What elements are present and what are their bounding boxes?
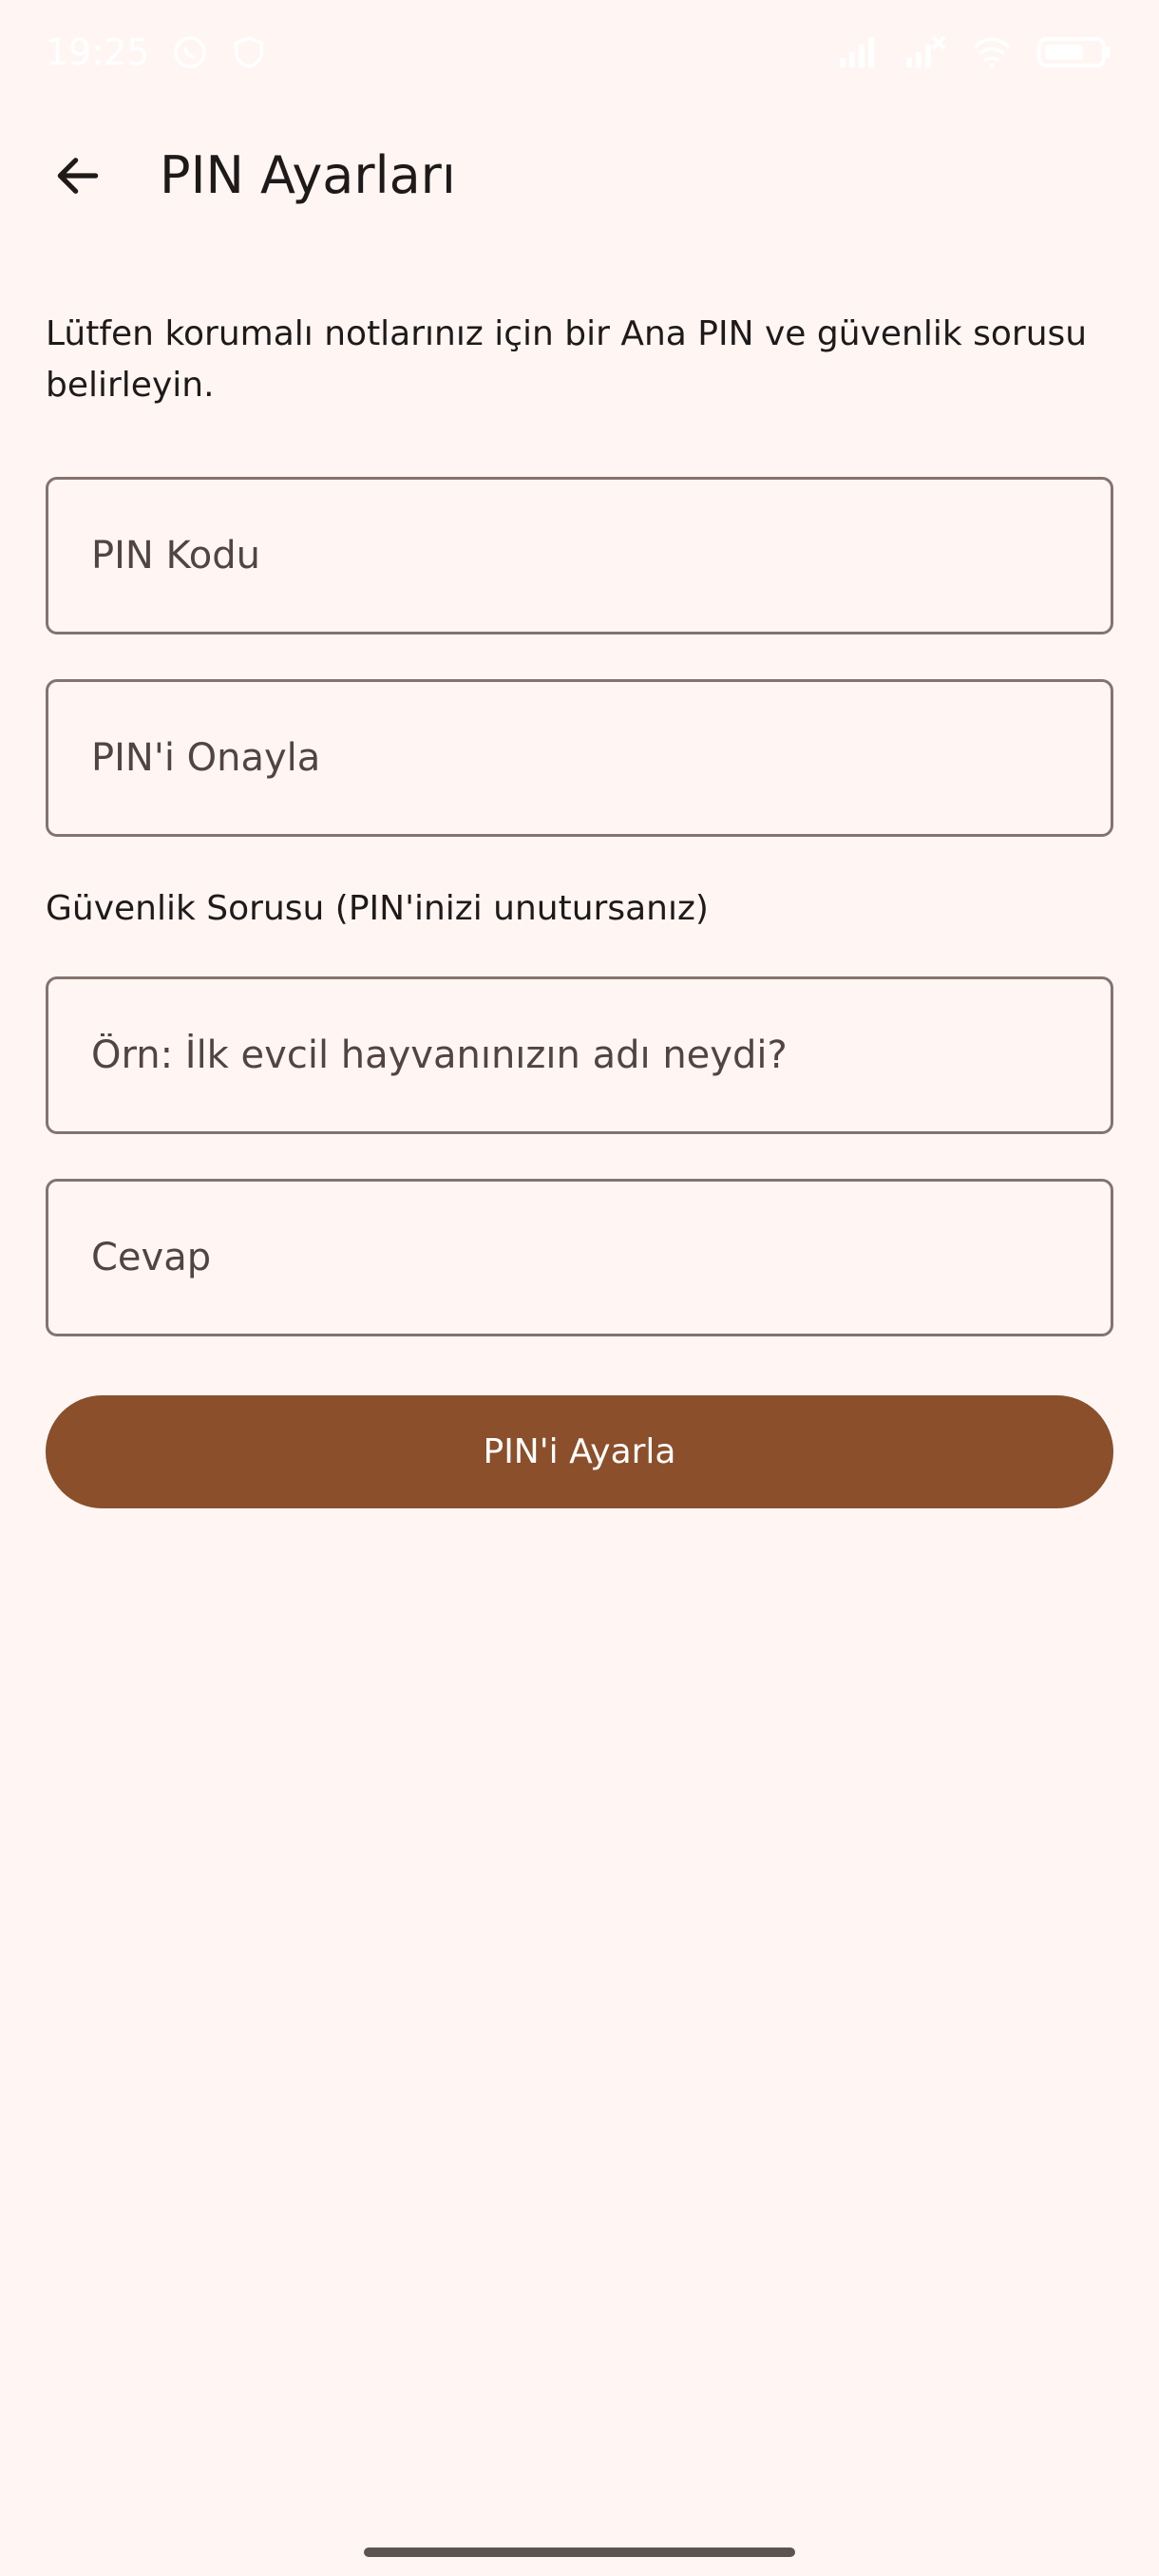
signal-x-icon <box>904 35 946 69</box>
status-bar: 19:25 <box>0 0 1159 104</box>
battery-icon <box>1037 35 1113 69</box>
pin-code-input[interactable] <box>91 534 1111 578</box>
whatsapp-icon <box>171 33 209 71</box>
intro-text: Lütfen korumalı notlarınız için bir Ana … <box>46 314 1088 405</box>
pin-code-field[interactable] <box>46 477 1113 635</box>
answer-field[interactable] <box>46 1179 1113 1336</box>
security-question-field[interactable] <box>46 976 1113 1134</box>
status-time: 19:25 <box>46 31 150 73</box>
back-button[interactable] <box>48 147 108 208</box>
arrow-back-icon <box>51 149 104 206</box>
vpn-shield-icon <box>230 33 268 71</box>
home-indicator[interactable] <box>364 2548 795 2557</box>
page-title: PIN Ayarları <box>160 145 456 205</box>
signal-icon <box>838 35 880 69</box>
set-pin-button[interactable]: PIN'i Ayarla <box>46 1395 1113 1508</box>
app-bar: PIN Ayarları <box>0 123 1159 228</box>
confirm-pin-input[interactable] <box>91 736 1111 780</box>
security-question-label: Güvenlik Sorusu (PIN'inizi unutursanız) <box>46 889 709 928</box>
confirm-pin-field[interactable] <box>46 679 1113 837</box>
security-question-input[interactable] <box>91 1033 1111 1077</box>
wifi-icon <box>971 35 1013 69</box>
status-left: 19:25 <box>46 31 268 73</box>
answer-input[interactable] <box>91 1236 1111 1279</box>
status-right <box>838 35 1113 69</box>
set-pin-button-label: PIN'i Ayarla <box>483 1432 676 1471</box>
